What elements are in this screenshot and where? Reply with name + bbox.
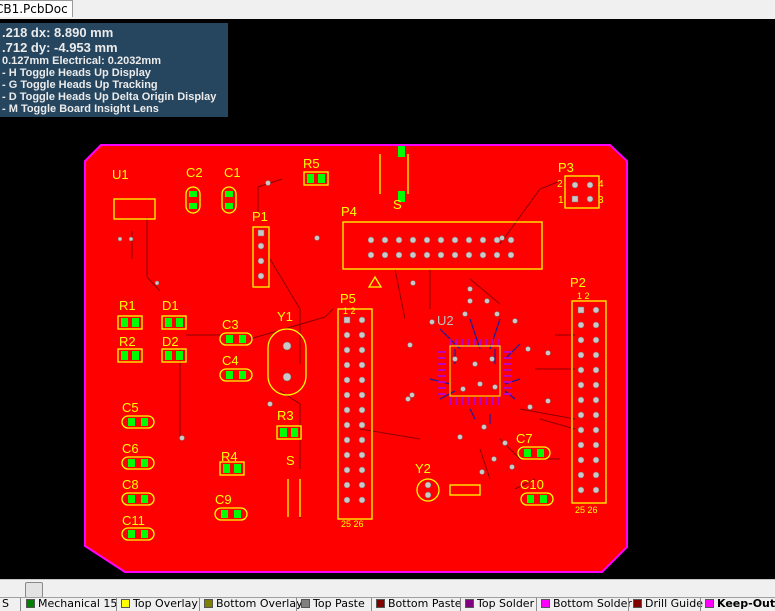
label-p3-3: 3 xyxy=(598,195,604,206)
document-tab-bar: CB1.PcbDoc xyxy=(0,0,775,20)
hud-shortcut-m: - M Toggle Board Insight Lens xyxy=(2,103,159,115)
layer-tab-s[interactable]: S xyxy=(0,598,9,611)
layer-swatch xyxy=(301,599,310,608)
label-y2: Y2 xyxy=(415,461,431,476)
label-c9: C9 xyxy=(215,492,232,507)
layer-tab-bottom-solder[interactable]: Bottom Solder xyxy=(539,598,632,611)
label-c1: C1 xyxy=(224,165,241,180)
label-p3-4: 4 xyxy=(598,179,604,190)
layer-tab-label: Bottom Paste xyxy=(388,597,462,610)
label-c5: C5 xyxy=(122,400,139,415)
layer-tab-top-paste[interactable]: Top Paste xyxy=(299,598,365,611)
label-c6: C6 xyxy=(122,441,139,456)
label-p3-2: 2 xyxy=(557,179,563,190)
label-u2: U2 xyxy=(437,313,454,328)
layer-tab-label: Bottom Solder xyxy=(553,597,632,610)
layer-tab-drill-guide[interactable]: Drill Guide xyxy=(631,598,703,611)
label-y1: Y1 xyxy=(277,309,293,324)
layer-tab-top-solder[interactable]: Top Solder xyxy=(463,598,534,611)
hud-dy-line: .712 dy: -4.953 mm xyxy=(2,40,118,55)
hud-shortcut-d: - D Toggle Heads Up Delta Origin Display xyxy=(2,91,217,103)
layer-swatch xyxy=(633,599,642,608)
label-p5-top: 1 2 xyxy=(343,306,356,316)
label-c11: C11 xyxy=(122,513,145,528)
label-r2: R2 xyxy=(119,334,136,349)
layer-swatch xyxy=(376,599,385,608)
label-p1: P1 xyxy=(252,209,268,224)
heads-up-display: .218 dx: 8.890 mm .712 dy: -4.953 mm 0.1… xyxy=(0,23,228,117)
label-c7: C7 xyxy=(516,431,533,446)
layer-swatch xyxy=(121,599,130,608)
layer-tab-label: Keep-Out xyxy=(717,597,775,610)
label-p4: P4 xyxy=(341,204,357,219)
layer-tab-label: Bottom Overlay xyxy=(216,597,303,610)
document-tab[interactable]: CB1.PcbDoc xyxy=(0,0,73,17)
layer-swatch xyxy=(465,599,474,608)
layer-swatch xyxy=(541,599,550,608)
label-p3: P3 xyxy=(558,160,574,175)
scrollbar-thumb[interactable] xyxy=(25,582,43,598)
pcb-canvas[interactable]: U1 C2 C1 R5 S P4 P3 2 4 1 3 P1 P2 P5 1 2… xyxy=(0,19,775,579)
layer-tab-bar: S Mechanical 15 Top Overlay Bottom Overl… xyxy=(0,597,775,611)
label-r1: R1 xyxy=(119,298,136,313)
label-s: S xyxy=(393,197,402,212)
layer-tab-label: Top Solder xyxy=(477,597,535,610)
label-c2: C2 xyxy=(186,165,203,180)
label-u1: U1 xyxy=(112,167,129,182)
label-p3-1: 1 xyxy=(558,195,564,206)
label-r4: R4 xyxy=(221,449,238,464)
layer-tab-bottom-paste[interactable]: Bottom Paste xyxy=(374,598,462,611)
layer-tab-bottom-overlay[interactable]: Bottom Overlay xyxy=(202,598,303,611)
hud-dx-line: .218 dx: 8.890 mm xyxy=(2,25,114,40)
label-p5-bot: 25 26 xyxy=(341,519,364,529)
layer-swatch xyxy=(26,599,35,608)
label-p2-bot: 25 26 xyxy=(575,505,598,515)
layer-tab-mechanical-15[interactable]: Mechanical 15 xyxy=(24,598,117,611)
layer-swatch xyxy=(204,599,213,608)
hud-shortcut-g: - G Toggle Heads Up Tracking xyxy=(2,79,158,91)
label-d1: D1 xyxy=(162,298,179,313)
layer-tab-label: Mechanical 15 xyxy=(38,597,118,610)
label-p2-top: 1 2 xyxy=(577,291,590,301)
layer-tab-s-label: S xyxy=(2,597,9,610)
hud-shortcut-h: - H Toggle Heads Up Display xyxy=(2,67,151,79)
layer-tab-keep-out[interactable]: Keep-Out xyxy=(703,598,775,611)
label-c10: C10 xyxy=(520,477,544,492)
label-r3: R3 xyxy=(277,408,294,423)
layer-swatch xyxy=(705,599,714,608)
label-p2: P2 xyxy=(570,275,586,290)
label-p5: P5 xyxy=(340,291,356,306)
label-c3: C3 xyxy=(222,317,239,332)
layer-tab-label: Top Paste xyxy=(313,597,365,610)
label-r5: R5 xyxy=(303,156,320,171)
label-c4: C4 xyxy=(222,353,239,368)
layer-tab-label: Top Overlay xyxy=(133,597,198,610)
label-s1: S xyxy=(286,453,295,468)
label-d2: D2 xyxy=(162,334,179,349)
layer-tab-label: Drill Guide xyxy=(645,597,703,610)
hud-grid-line: 0.127mm Electrical: 0.2032mm xyxy=(2,55,161,67)
layer-tab-top-overlay[interactable]: Top Overlay xyxy=(119,598,198,611)
horizontal-scrollbar[interactable] xyxy=(0,579,775,598)
label-c8: C8 xyxy=(122,477,139,492)
